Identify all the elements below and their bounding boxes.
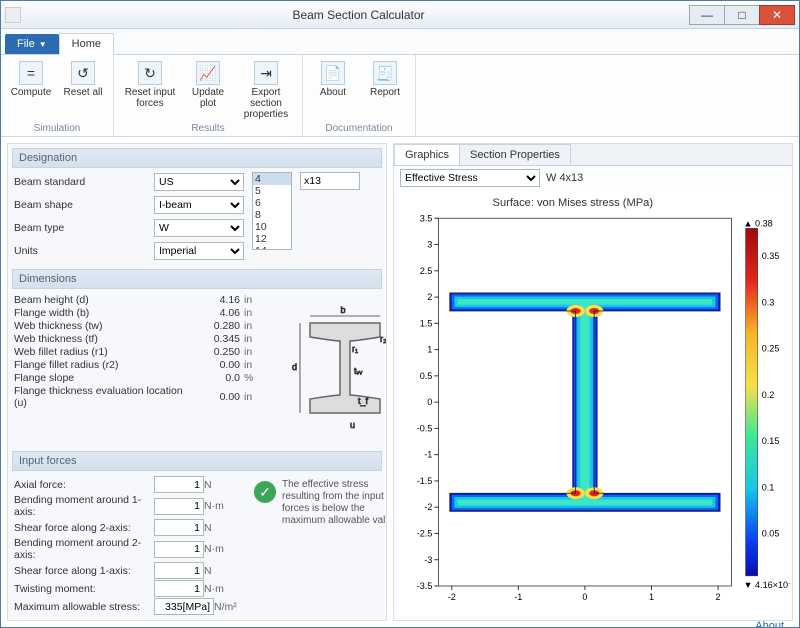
svg-text:0.35: 0.35 xyxy=(762,251,780,261)
svg-text:-3.5: -3.5 xyxy=(417,581,433,591)
svg-text:1: 1 xyxy=(649,592,654,602)
svg-text:0.05: 0.05 xyxy=(762,529,780,539)
svg-text:1.5: 1.5 xyxy=(420,318,433,328)
titlebar: Beam Section Calculator — □ ✕ xyxy=(1,1,799,29)
report-icon: 🧾 xyxy=(373,61,397,85)
minimize-button[interactable]: — xyxy=(689,5,725,25)
svg-text:-2: -2 xyxy=(424,502,432,512)
svg-text:-2: -2 xyxy=(448,592,456,602)
about-link[interactable]: About xyxy=(755,620,784,627)
dimensions-head: Dimensions xyxy=(12,269,382,289)
beam-standard-select[interactable]: US xyxy=(154,173,244,191)
shear1-input[interactable] xyxy=(154,562,204,579)
max-stress-input[interactable] xyxy=(154,598,214,615)
svg-text:0.25: 0.25 xyxy=(762,344,780,354)
tab-home[interactable]: Home xyxy=(59,33,114,55)
reset-all-button[interactable]: ↺Reset all xyxy=(59,59,107,100)
units-select[interactable]: Imperial xyxy=(154,242,244,260)
app-window: Beam Section Calculator — □ ✕ File▼ Home… xyxy=(0,0,800,628)
svg-text:0: 0 xyxy=(427,397,432,407)
beam-type-select[interactable]: W xyxy=(154,219,244,237)
svg-text:0.15: 0.15 xyxy=(762,436,780,446)
plot-area: Surface: von Mises stress (MPa) -2 -1 0 1 2 -3… xyxy=(396,192,790,616)
compute-button[interactable]: =Compute xyxy=(7,59,55,100)
svg-text:tᵥᵥ: tᵥᵥ xyxy=(354,366,362,376)
report-button[interactable]: 🧾Report xyxy=(361,59,409,100)
size-listbox[interactable]: 4 5 6 8 10 12 14 xyxy=(252,172,292,250)
close-button[interactable]: ✕ xyxy=(759,5,795,25)
export-button[interactable]: ⇥Export section properties xyxy=(236,59,296,122)
export-icon: ⇥ xyxy=(254,61,278,85)
right-panel: Graphics Section Properties Effective St… xyxy=(393,143,793,621)
tab-graphics[interactable]: Graphics xyxy=(394,144,460,165)
reset-forces-button[interactable]: ↻Reset input forces xyxy=(120,59,180,122)
svg-text:u: u xyxy=(350,420,355,430)
svg-text:2.5: 2.5 xyxy=(420,266,433,276)
app-icon xyxy=(5,7,21,23)
svg-text:2: 2 xyxy=(716,592,721,602)
reset-icon: ↺ xyxy=(71,61,95,85)
twist-input[interactable] xyxy=(154,580,204,597)
svg-text:0: 0 xyxy=(582,592,587,602)
bending1-input[interactable] xyxy=(154,498,204,515)
svg-text:3.5: 3.5 xyxy=(420,213,433,223)
beam-shape-select[interactable]: I-beam xyxy=(154,196,244,214)
svg-text:2: 2 xyxy=(427,292,432,302)
svg-text:Surface: von Mises stress (MPa: Surface: von Mises stress (MPa) xyxy=(493,197,654,209)
svg-text:▲ 0.38: ▲ 0.38 xyxy=(744,218,773,228)
svg-text:r₂: r₂ xyxy=(380,334,387,344)
plot-dropdown[interactable]: Effective Stress xyxy=(400,169,540,187)
svg-text:-0.5: -0.5 xyxy=(417,423,433,433)
forces-head: Input forces xyxy=(12,451,382,471)
axial-force-input[interactable] xyxy=(154,476,204,493)
update-plot-button[interactable]: 📈Update plot xyxy=(184,59,232,122)
designation-head: Designation xyxy=(12,148,382,168)
menubar: File▼ Home xyxy=(1,29,799,55)
svg-text:-3: -3 xyxy=(424,555,432,565)
content-area: Designation Beam standardUS Beam shapeI-… xyxy=(1,137,799,627)
ribbon: =Compute ↺Reset all Simulation ↻Reset in… xyxy=(1,55,799,137)
ok-message: The effective stress resulting from the … xyxy=(282,479,387,527)
svg-text:t_f: t_f xyxy=(358,396,369,406)
about-icon: 📄 xyxy=(321,61,345,85)
left-panel: Designation Beam standardUS Beam shapeI-… xyxy=(7,143,387,621)
svg-text:0.1: 0.1 xyxy=(762,482,775,492)
designation-label: W 4x13 xyxy=(546,172,583,184)
plot-icon: 📈 xyxy=(196,61,220,85)
window-title: Beam Section Calculator xyxy=(27,8,690,22)
file-menu[interactable]: File▼ xyxy=(5,34,59,54)
code-input[interactable] xyxy=(300,172,360,190)
svg-text:d: d xyxy=(292,362,297,372)
svg-text:-1.5: -1.5 xyxy=(417,476,433,486)
stress-plot: Surface: von Mises stress (MPa) -2 -1 0 1 2 -3… xyxy=(396,192,790,616)
svg-text:0.3: 0.3 xyxy=(762,297,775,307)
svg-text:b: b xyxy=(340,305,345,315)
svg-text:1: 1 xyxy=(427,345,432,355)
svg-text:-1: -1 xyxy=(514,592,522,602)
svg-text:r₁: r₁ xyxy=(352,344,358,354)
shear2-input[interactable] xyxy=(154,519,204,536)
bending2-input[interactable] xyxy=(154,541,204,558)
check-ok-icon: ✓ xyxy=(254,481,276,503)
chevron-down-icon: ▼ xyxy=(39,40,47,49)
svg-text:0.5: 0.5 xyxy=(420,371,433,381)
reset-forces-icon: ↻ xyxy=(138,61,162,85)
beam-diagram: b d r₁ r₂ tᵥᵥ t_f u xyxy=(280,293,387,443)
svg-text:-1: -1 xyxy=(424,450,432,460)
compute-icon: = xyxy=(19,61,43,85)
svg-text:-2.5: -2.5 xyxy=(417,528,433,538)
svg-text:3: 3 xyxy=(427,240,432,250)
about-button[interactable]: 📄About xyxy=(309,59,357,100)
tab-section-properties[interactable]: Section Properties xyxy=(459,144,571,165)
maximize-button[interactable]: □ xyxy=(724,5,760,25)
svg-text:▼ 4.16×10⁻³: ▼ 4.16×10⁻³ xyxy=(744,580,790,590)
svg-text:0.2: 0.2 xyxy=(762,390,775,400)
